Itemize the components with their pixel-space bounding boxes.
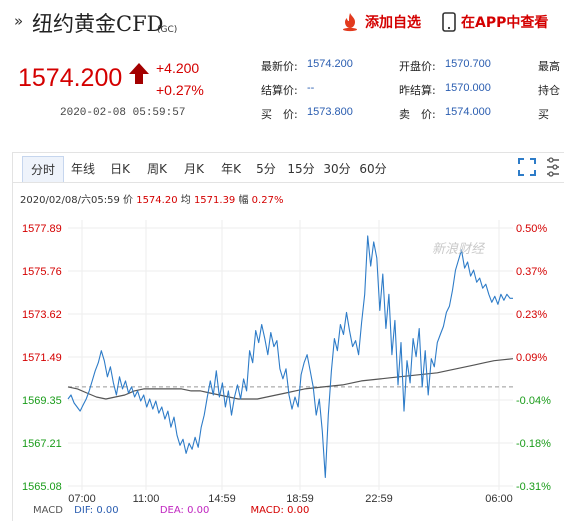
x-axis-label: 07:00 <box>68 493 96 505</box>
x-axis-label: 22:59 <box>365 493 393 505</box>
macd-dif-label: DIF: <box>74 505 94 516</box>
y-axis-right-label: 0.23% <box>516 309 547 321</box>
macd-dea-label: DEA: <box>159 505 184 516</box>
y-axis-left-label: 1575.76 <box>22 266 62 278</box>
macd-dea-value: 0.00 <box>187 505 210 516</box>
y-axis-right-label: 0.09% <box>516 352 547 364</box>
macd-title: MACD <box>33 505 63 516</box>
y-axis-left-label: 1573.62 <box>22 309 62 321</box>
macd-dif-value: 0.00 <box>96 505 119 516</box>
watermark: 新浪财经 <box>432 242 485 257</box>
macd-legend: MACD DIF: 0.00 DEA: 0.00 MACD: 0.00 <box>33 505 309 516</box>
y-axis-right-label: -0.31% <box>516 481 551 493</box>
y-axis-left-label: 1571.49 <box>22 352 62 364</box>
intraday-chart[interactable]: 1577.89 0.50% 1575.76 0.37% 1573.62 0.23% 1571… <box>0 0 564 520</box>
y-axis-left-label: 1565.08 <box>22 481 62 493</box>
y-axis-left-label: 1577.89 <box>22 223 62 235</box>
average-price-line <box>67 358 514 400</box>
macd-value: 0.00 <box>287 505 310 516</box>
x-axis-label: 06:00 <box>485 493 513 505</box>
macd-value-label: MACD: <box>250 505 284 516</box>
y-axis-right-label: -0.04% <box>516 395 551 407</box>
y-axis-right-label: 0.37% <box>516 266 547 278</box>
x-axis-label: 14:59 <box>208 493 236 505</box>
x-axis-label: 11:00 <box>133 493 160 505</box>
y-axis-right-label: -0.18% <box>516 438 551 450</box>
y-axis-right-label: 0.50% <box>516 223 547 235</box>
x-axis-label: 18:59 <box>286 493 314 505</box>
y-axis-left-label: 1569.35 <box>22 395 62 407</box>
y-axis-left-label: 1567.21 <box>22 438 62 450</box>
